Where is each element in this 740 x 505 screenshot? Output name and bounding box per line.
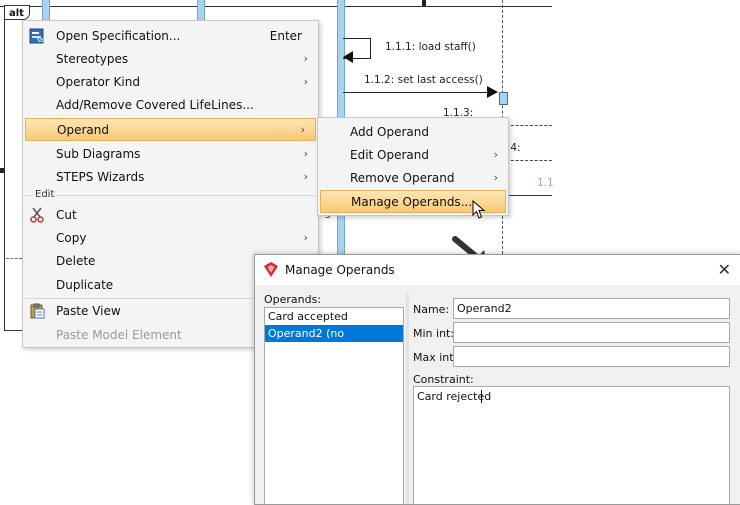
menu-item-operator-kind[interactable]: Operator Kind ›	[23, 71, 318, 93]
reply-dash-2	[506, 160, 552, 161]
text-caret	[481, 390, 482, 403]
chevron-right-icon: ›	[493, 148, 498, 161]
menu-item-label: Cut	[56, 208, 77, 222]
diagram-top-line	[0, 6, 552, 7]
menu-item-open-specification[interactable]: SB Open Specification... Enter	[23, 25, 318, 47]
lifeline-bar-2[interactable]	[197, 0, 205, 20]
chevron-right-icon: ›	[303, 75, 308, 88]
constraint-textarea[interactable]: Card rejected	[413, 386, 730, 504]
fragment-left-edge	[4, 20, 5, 330]
submenu-item-edit-operand[interactable]: Edit Operand ›	[318, 144, 508, 166]
submenu-item-label: Manage Operands...	[351, 195, 473, 209]
name-field[interactable]: Operand2	[453, 298, 730, 319]
left-marker	[0, 168, 4, 173]
max-int-label: Max int:	[413, 351, 458, 364]
operands-list[interactable]: Card accepted Operand2 (no constraint)	[264, 307, 404, 504]
chevron-right-icon: ›	[303, 170, 308, 183]
menu-item-stereotypes[interactable]: Stereotypes ›	[23, 48, 318, 70]
alt-fragment-label[interactable]: alt	[4, 5, 30, 20]
max-int-field[interactable]	[453, 346, 730, 367]
chevron-right-icon: ›	[493, 171, 498, 184]
specification-icon: SB	[29, 28, 45, 44]
list-item-operand[interactable]: Card accepted	[265, 308, 403, 325]
menu-item-label: Operand	[57, 123, 109, 137]
app-logo-icon	[264, 262, 278, 280]
message-set-last-access[interactable]: 1.1.2: set last access()	[364, 74, 483, 86]
menu-item-label: Stereotypes	[56, 52, 129, 66]
self-message-arrowhead	[343, 51, 353, 63]
operands-label: Operands:	[264, 293, 322, 306]
diagram-top-marker	[422, 0, 426, 6]
constraint-label: Constraint:	[413, 373, 474, 386]
menu-item-shortcut: Enter	[269, 29, 302, 43]
scissors-icon	[29, 207, 45, 223]
submenu-item-add-operand[interactable]: Add Operand	[318, 121, 508, 143]
menu-item-label: Copy	[56, 231, 87, 245]
chevron-right-icon: ›	[303, 147, 308, 160]
submenu-item-label: Remove Operand	[350, 171, 455, 185]
message-load-staff[interactable]: 1.1.1: load staff()	[385, 41, 476, 53]
message-1-1-4[interactable]: .4:	[507, 142, 521, 154]
menu-item-label: Delete	[56, 254, 96, 268]
chevron-right-icon: ›	[300, 123, 305, 136]
message-1-1-faded[interactable]: 1.1	[537, 177, 554, 189]
manage-operands-dialog: Manage Operands ✕ Operands: Card accepte…	[254, 254, 740, 505]
menu-item-label: Duplicate	[56, 278, 114, 292]
menu-item-steps-wizards[interactable]: STEPS Wizards ›	[23, 166, 318, 188]
menu-item-label: Sub Diagrams	[56, 147, 141, 161]
menu-item-label: STEPS Wizards	[56, 170, 145, 184]
submenu-item-label: Add Operand	[350, 125, 430, 139]
menu-item-label: Paste Model Element	[56, 328, 182, 342]
menu-item-copy[interactable]: Copy ›	[23, 227, 318, 249]
menu-item-label: Paste View	[56, 304, 121, 318]
menu-item-add-remove-covered-lifelines[interactable]: Add/Remove Covered LifeLines...	[23, 94, 318, 116]
chevron-right-icon: ›	[303, 231, 308, 244]
message-line-1-1-2	[343, 92, 493, 93]
menu-item-label: Operator Kind	[56, 75, 140, 89]
dialog-titlebar[interactable]: Manage Operands ✕	[255, 255, 740, 285]
submenu-item-label: Edit Operand	[350, 148, 430, 162]
min-int-field[interactable]	[453, 322, 730, 343]
message-arrowhead-1-1-2	[487, 86, 498, 98]
reply-line-3	[506, 195, 552, 196]
chevron-right-icon: ›	[303, 52, 308, 65]
clipboard-icon	[29, 303, 45, 319]
name-label: Name:	[413, 303, 450, 316]
reply-dash-1	[506, 125, 552, 126]
fragment-bottom-edge	[4, 330, 22, 331]
activation-box[interactable]	[499, 92, 508, 105]
lifeline-left-dash	[6, 258, 22, 259]
min-int-label: Min int:	[413, 327, 455, 340]
submenu-item-remove-operand[interactable]: Remove Operand ›	[318, 167, 508, 189]
menu-item-label: Add/Remove Covered LifeLines...	[56, 98, 254, 112]
menu-item-operand[interactable]: Operand ›	[25, 118, 316, 141]
menu-item-cut[interactable]: Cut	[23, 204, 318, 226]
splitter[interactable]	[406, 293, 409, 504]
lifeline-bar-3-lower[interactable]	[337, 214, 345, 254]
menu-item-sub-diagrams[interactable]: Sub Diagrams ›	[23, 143, 318, 165]
list-item-operand-selected[interactable]: Operand2 (no constraint)	[265, 325, 403, 357]
mouse-cursor-icon	[472, 199, 486, 223]
name-field-value: Operand2	[457, 302, 512, 315]
dialog-title: Manage Operands	[285, 263, 395, 277]
lifeline-bar-1[interactable]	[42, 0, 50, 20]
menu-separator	[25, 195, 316, 196]
svg-text:SB: SB	[37, 38, 44, 44]
menu-item-label: Open Specification...	[56, 29, 181, 43]
edit-group-label: Edit	[33, 189, 57, 200]
close-icon[interactable]: ✕	[718, 260, 731, 279]
